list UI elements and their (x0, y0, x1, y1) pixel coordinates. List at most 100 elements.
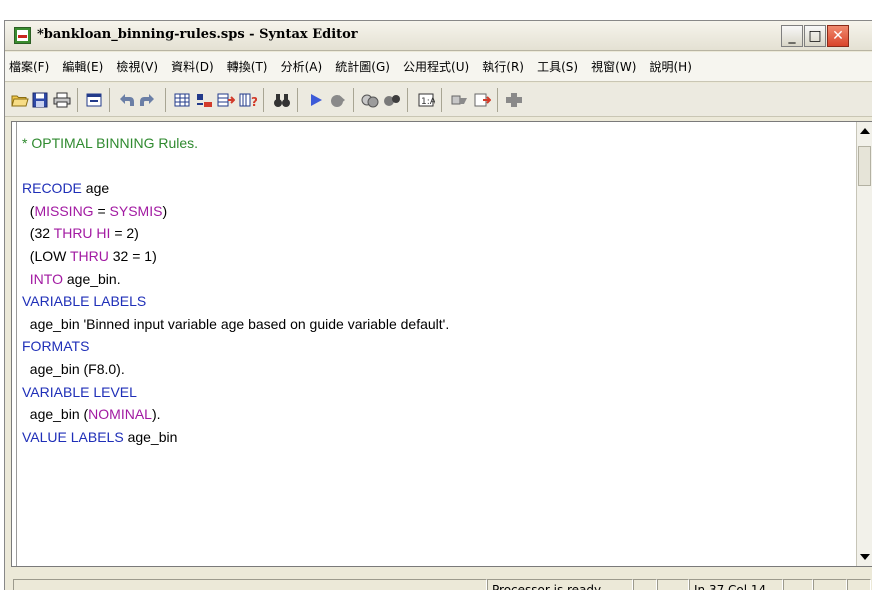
status-cell-empty (657, 579, 689, 590)
code-line[interactable]: FORMATS (22, 335, 852, 358)
code-token: VALUE LABELS (22, 428, 124, 445)
code-token: (LOW (22, 247, 70, 264)
toolbar-separator (165, 88, 166, 112)
variables-info-icon[interactable]: ? (239, 92, 257, 108)
menu-graphs[interactable]: 統計圖(G) (329, 52, 390, 81)
code-token: age_bin ( (22, 406, 89, 423)
status-cell-empty (847, 579, 871, 590)
menu-run[interactable]: 執行(R) (476, 52, 524, 81)
code-token: ). (151, 406, 161, 423)
save-icon[interactable] (31, 92, 49, 108)
code-line[interactable]: VALUE LABELS age_bin (22, 426, 852, 449)
menu-transform[interactable]: 轉換(T) (221, 52, 268, 81)
print-icon[interactable] (53, 92, 71, 108)
code-token: 32 = 1) (108, 247, 157, 264)
scroll-down-icon[interactable] (860, 554, 870, 560)
code-line[interactable]: INTO age_bin. (22, 268, 852, 291)
value-labels-icon[interactable]: 1:A (417, 92, 435, 108)
code-token: age_bin (123, 428, 178, 445)
code-token: ( (22, 202, 35, 219)
editor-gutter (12, 122, 17, 566)
svg-text:1:A: 1:A (421, 97, 435, 107)
status-cell-empty (13, 579, 487, 590)
code-token: FORMATS (22, 338, 90, 355)
code-line[interactable]: VARIABLE LABELS (22, 290, 852, 313)
menu-analyze[interactable]: 分析(A) (275, 52, 323, 81)
code-line[interactable]: age_bin 'Binned input variable age based… (22, 313, 852, 336)
designate-window-icon[interactable] (473, 92, 491, 108)
menu-view[interactable]: 檢視(V) (110, 52, 158, 81)
stop-icon[interactable] (329, 92, 347, 108)
code-line[interactable]: (32 THRU HI = 2) (22, 222, 852, 245)
menu-help[interactable]: 說明(H) (643, 52, 691, 81)
syntax-editor-app-icon[interactable] (14, 27, 31, 44)
code-line[interactable]: * OPTIMAL BINNING Rules. (22, 132, 852, 155)
close-button[interactable]: ✕ (827, 25, 849, 47)
code-line[interactable]: VARIABLE LEVEL (22, 381, 852, 404)
code-token: = 2) (110, 225, 139, 242)
code-token: ) (162, 202, 168, 219)
toolbar-separator (109, 88, 110, 112)
menu-file[interactable]: 檔案(F) (5, 52, 49, 81)
run-icon[interactable] (307, 92, 325, 108)
code-token: INTO (29, 270, 63, 287)
code-token: THRU HI (53, 225, 111, 242)
syntax-editor-window: *bankloan_binning-rules.sps - Syntax Edi… (4, 20, 872, 590)
menu-data[interactable]: 資料(D) (165, 52, 214, 81)
toolbar: ? (5, 83, 872, 117)
code-token: age_bin (F8.0). (22, 360, 125, 377)
code-line[interactable]: RECODE age (22, 177, 852, 200)
split-file-icon[interactable] (361, 92, 379, 108)
dialog-recall-icon[interactable] (85, 92, 103, 108)
scroll-thumb[interactable] (858, 146, 871, 186)
status-cell-empty (813, 579, 847, 590)
menu-window[interactable]: 視窗(W) (585, 52, 636, 81)
code-token: RECODE (22, 180, 82, 197)
undo-icon[interactable] (117, 92, 135, 108)
menu-bar: 檔案(F) 編輯(E) 檢視(V) 資料(D) 轉換(T) 分析(A) 統計圖(… (5, 52, 872, 82)
code-line[interactable]: age_bin (NOMINAL). (22, 403, 852, 426)
code-token: * OPTIMAL BINNING Rules. (22, 135, 199, 151)
syntax-code-area[interactable]: * OPTIMAL BINNING Rules. RECODE age (MISS… (22, 132, 852, 566)
open-folder-icon[interactable] (11, 92, 29, 108)
status-cell-empty (633, 579, 657, 590)
code-line[interactable] (22, 155, 852, 178)
menu-tools[interactable]: 工具(S) (531, 52, 578, 81)
title-bar[interactable]: *bankloan_binning-rules.sps - Syntax Edi… (5, 21, 872, 51)
code-line[interactable]: age_bin (F8.0). (22, 358, 852, 381)
insert-variable-icon[interactable] (217, 92, 235, 108)
vertical-scrollbar[interactable] (856, 122, 872, 566)
menu-edit[interactable]: 編輯(E) (56, 52, 103, 81)
toolbar-separator (441, 88, 442, 112)
code-token: age (81, 180, 110, 197)
cursor-position: In 37 Col 14 (689, 579, 783, 590)
code-token: (32 (22, 225, 54, 242)
toolbar-separator (77, 88, 78, 112)
minimize-button[interactable]: _ (781, 25, 803, 47)
code-token: VARIABLE LEVEL (22, 383, 137, 400)
maximize-button[interactable]: □ (804, 25, 826, 47)
find-icon[interactable] (273, 92, 291, 108)
redo-icon[interactable] (139, 92, 157, 108)
goto-data-icon[interactable] (173, 92, 191, 108)
code-token: THRU (69, 247, 109, 264)
svg-text:?: ? (251, 95, 257, 108)
toolbar-separator (353, 88, 354, 112)
goto-case-icon[interactable] (195, 92, 213, 108)
code-token: age_bin 'Binned input variable age based… (22, 315, 450, 332)
syntax-editor-pane[interactable]: * OPTIMAL BINNING Rules. RECODE age (MISS… (11, 121, 872, 567)
code-token: VARIABLE LABELS (22, 293, 147, 310)
status-cell-empty (783, 579, 813, 590)
toolbar-separator (297, 88, 298, 112)
use-sets-icon[interactable] (451, 92, 469, 108)
add-icon[interactable] (505, 92, 523, 108)
code-line[interactable]: (LOW THRU 32 = 1) (22, 245, 852, 268)
code-token: age_bin. (62, 270, 121, 287)
code-line[interactable]: (MISSING = SYSMIS) (22, 200, 852, 223)
code-token: SYSMIS (109, 202, 163, 219)
weight-cases-icon[interactable] (383, 92, 401, 108)
processor-status: Processor is ready (487, 579, 633, 590)
menu-utilities[interactable]: 公用程式(U) (397, 52, 469, 81)
scroll-up-icon[interactable] (860, 128, 870, 134)
